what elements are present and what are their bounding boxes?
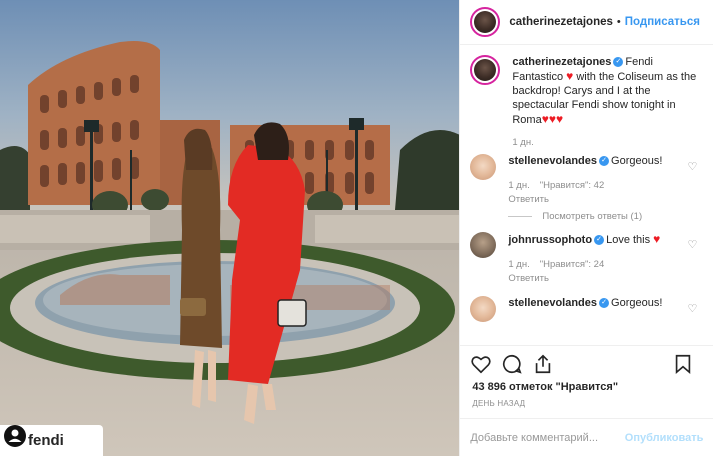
comments-list[interactable]: catherinezetajones ✓ Fendi Fantastico ♥ wi… — [460, 55, 713, 341]
user-silhouette-icon — [4, 425, 26, 447]
follow-button[interactable]: Подписаться — [625, 16, 700, 28]
comment-time: 1 дн. — [508, 259, 530, 270]
verified-badge-icon: ✓ — [613, 57, 624, 68]
caption-text: catherinezetajones ✓ Fendi Fantastico ♥ wi… — [512, 55, 702, 127]
verified-badge-icon: ✓ — [594, 235, 605, 246]
post-photo[interactable]: fendi — [0, 0, 460, 456]
commenter-username[interactable]: stellenevolandes — [508, 297, 597, 309]
action-bar — [460, 345, 713, 381]
comment-input[interactable]: Добавьте комментарий... — [470, 432, 624, 444]
caption-username[interactable]: catherinezetajones — [512, 56, 611, 68]
commenter-username[interactable]: stellenevolandes — [508, 155, 597, 167]
comment-text: stellenevolandes ✓ Gorgeous! — [508, 296, 698, 310]
heart-outline-icon[interactable] — [470, 353, 492, 375]
tagged-user-label[interactable]: fendi — [0, 425, 103, 456]
post-comment-button[interactable]: Опубликовать — [625, 432, 704, 444]
share-icon[interactable] — [532, 353, 554, 375]
commenter-username[interactable]: johnrussophoto — [508, 234, 592, 246]
comment-like-icon[interactable]: ♡ — [687, 302, 697, 315]
view-replies[interactable]: Посмотреть ответы (1) — [508, 211, 698, 222]
caption-avatar[interactable] — [470, 55, 501, 85]
replies-divider — [508, 216, 533, 217]
commenter-avatar[interactable] — [470, 154, 497, 180]
likes-count[interactable]: 43 896 отметок "Нравится" — [472, 381, 618, 393]
comment-body: Love this — [606, 234, 651, 246]
post-header: catherinezetajones • Подписаться — [460, 0, 713, 45]
comment-body: Gorgeous! — [611, 297, 663, 309]
verified-badge-icon: ✓ — [599, 298, 610, 309]
instagram-post: fendi catherinezetajones • Подписаться c… — [0, 0, 713, 456]
comment-body: Gorgeous! — [611, 155, 663, 167]
comment-likes[interactable]: "Нравится": 24 — [540, 259, 605, 270]
post-date: ДЕНЬ НАЗАД — [472, 399, 526, 408]
commenter-avatar[interactable] — [470, 232, 497, 258]
comment-item: stellenevolandes ✓ Gorgeous! 1 дн. "Нравит… — [460, 154, 713, 222]
header-separator: • — [616, 16, 621, 28]
reply-button[interactable]: Ответить — [508, 194, 698, 205]
comment-meta: 1 дн. "Нравится": 42 — [508, 180, 698, 191]
comment-item: stellenevolandes ✓ Gorgeous! ♡ — [460, 296, 713, 322]
commenter-avatar[interactable] — [470, 296, 497, 322]
comment-time: 1 дн. — [508, 180, 530, 191]
comment-text: johnrussophoto ✓ Love this ♥ — [508, 232, 698, 247]
comment-form: Добавьте комментарий... Опубликовать — [460, 418, 713, 456]
view-replies-label[interactable]: Посмотреть ответы (1) — [542, 211, 642, 222]
tagged-username: fendi — [28, 432, 64, 449]
caption-meta: 1 дн. — [512, 137, 702, 148]
post-sidebar: catherinezetajones • Подписаться catheri… — [459, 0, 713, 456]
comment-like-icon[interactable]: ♡ — [687, 238, 697, 251]
bookmark-icon[interactable] — [672, 353, 694, 375]
author-avatar[interactable] — [470, 7, 501, 37]
comment-text: stellenevolandes ✓ Gorgeous! — [508, 154, 698, 168]
comment-meta: 1 дн. "Нравится": 24 — [508, 259, 698, 270]
heart-emoji-icon: ♥ — [566, 69, 574, 83]
caption: catherinezetajones ✓ Fendi Fantastico ♥ wi… — [460, 55, 713, 148]
comment-like-icon[interactable]: ♡ — [687, 160, 697, 173]
comment-item: johnrussophoto ✓ Love this ♥ 1 дн. "Нравит… — [460, 232, 713, 284]
caption-time: 1 дн. — [512, 137, 534, 148]
comment-likes[interactable]: "Нравится": 42 — [540, 180, 605, 191]
verified-badge-icon: ✓ — [599, 156, 610, 167]
comment-bubble-icon[interactable] — [501, 353, 523, 375]
photo-illustration — [0, 0, 460, 456]
reply-button[interactable]: Ответить — [508, 273, 698, 284]
heart-emoji-icon: ♥ — [653, 232, 661, 246]
author-username[interactable]: catherinezetajones — [509, 16, 613, 28]
heart-emoji-icon: ♥♥♥ — [541, 112, 564, 126]
